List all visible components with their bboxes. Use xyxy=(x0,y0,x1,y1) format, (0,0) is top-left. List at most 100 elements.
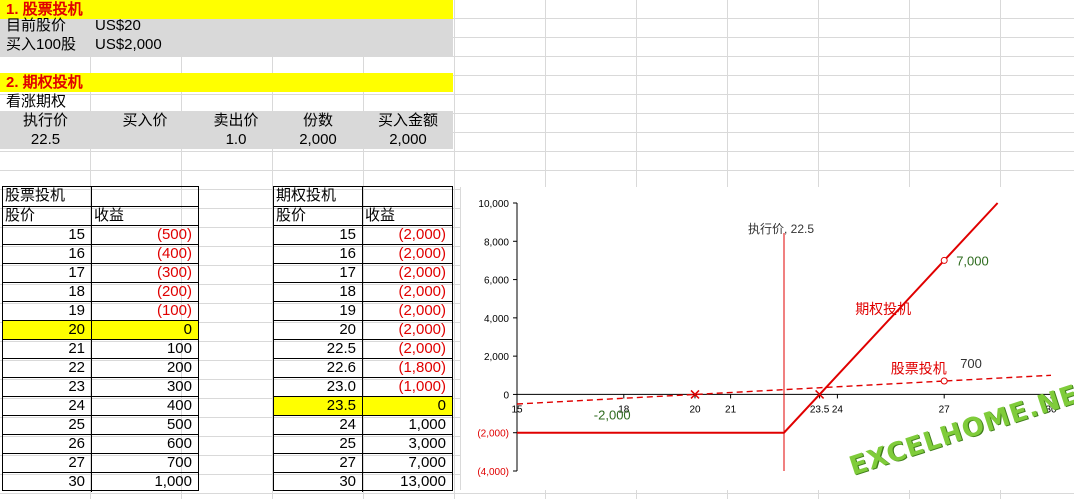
option-profit-cell: 13,000 xyxy=(400,473,446,490)
stock-profit-cell: 700 xyxy=(166,454,192,471)
table-row: 27 700 xyxy=(3,453,198,473)
option-price-cell: 20 xyxy=(274,321,363,340)
current-price-value: US$20 xyxy=(95,17,141,34)
table-row: 20 (2,000) xyxy=(274,320,452,340)
table-row: 17 (300) xyxy=(3,263,198,283)
stock-price-cell: 26 xyxy=(3,435,92,454)
data-point-marker xyxy=(940,377,948,385)
series-label-stock: 股票投机 xyxy=(891,360,947,376)
table-row: 25 500 xyxy=(3,415,198,435)
strike-price-header: 执行价 xyxy=(22,112,68,129)
stock-price-cell: 16 xyxy=(3,245,92,264)
stock-price-cell: 25 xyxy=(3,416,92,435)
data-label: -2,000 xyxy=(594,407,631,422)
option-col-price-header: 股价 xyxy=(276,207,363,226)
y-tick-label: 8,000 xyxy=(484,237,509,248)
table-row: 23.0 (1,000) xyxy=(274,377,452,397)
data-label: 7,000 xyxy=(956,253,989,268)
option-speculation-table: 期权投机 股价 收益 15 (2,000) 16 (2,000) 17 (2,000) 18 (2,… xyxy=(273,186,453,492)
shares-value: 2,000 xyxy=(299,131,337,148)
buy-shares-value: US$2,000 xyxy=(95,36,162,53)
sell-price-value: 1.0 xyxy=(225,131,247,148)
option-profit-cell: (2,000) xyxy=(398,283,446,300)
option-profit-cell: 0 xyxy=(363,397,452,416)
stock-profit-cell: 600 xyxy=(166,435,192,452)
table-row: 24 1,000 xyxy=(274,415,452,435)
x-tick-label: 24 xyxy=(832,404,844,415)
option-profit-cell: 3,000 xyxy=(408,435,446,452)
option-profit-cell: (1,800) xyxy=(398,359,446,376)
table-row: 16 (400) xyxy=(3,244,198,264)
option-table-header-row: 股价 收益 xyxy=(274,206,452,226)
table-row: 15 (2,000) xyxy=(274,225,452,245)
option-profit-cell: 7,000 xyxy=(408,454,446,471)
sell-price-header: 卖出价 xyxy=(213,112,259,129)
x-tick-label: 20 xyxy=(689,404,701,415)
table-row: 18 (200) xyxy=(3,282,198,302)
buy-shares-label: 买入100股 xyxy=(6,36,77,53)
stock-profit-cell: 100 xyxy=(166,340,192,357)
table-row: 23 300 xyxy=(3,377,198,397)
strike-price-value: 22.5 xyxy=(30,131,61,148)
current-price-label: 目前股价 xyxy=(6,17,67,34)
stock-profit-cell: 1,000 xyxy=(154,473,192,490)
option-price-cell: 19 xyxy=(274,302,363,321)
option-price-cell: 15 xyxy=(274,226,363,245)
table-row: 19 (100) xyxy=(3,301,198,321)
shares-header: 份数 xyxy=(302,112,333,129)
table-row: 22 200 xyxy=(3,358,198,378)
profit-chart: 10,000 8,000 6,000 4,000 2,000 0 (2,000) (4,000… xyxy=(460,187,1074,490)
y-tick-label: 6,000 xyxy=(484,276,509,287)
stock-profit-cell: (100) xyxy=(156,302,192,319)
table-row: 22.6 (1,800) xyxy=(274,358,452,378)
stock-speculation-table: 股票投机 股价 收益 15 (500) 16 (400) 17 (300) 18 (200) 19 (1… xyxy=(2,186,199,492)
y-tick-label: (4,000) xyxy=(477,467,509,478)
stock-price-cell: 30 xyxy=(3,473,92,492)
option-table-title: 期权投机 xyxy=(276,187,363,206)
stock-profit-cell: 400 xyxy=(166,397,192,414)
table-row: 23.5 0 xyxy=(274,396,452,416)
option-profit-cell: 1,000 xyxy=(408,416,446,433)
table-row: 17 (2,000) xyxy=(274,263,452,283)
x-tick-label: 15 xyxy=(511,404,523,415)
option-price-cell: 22.5 xyxy=(274,340,363,359)
option-profit-cell: (1,000) xyxy=(398,378,446,395)
table-row: 20 0 xyxy=(3,320,198,340)
stock-profit-cell: 200 xyxy=(166,359,192,376)
stock-col-profit-header: 收益 xyxy=(94,207,125,224)
option-price-cell: 17 xyxy=(274,264,363,283)
table-row: 25 3,000 xyxy=(274,434,452,454)
buy-amount-header: 买入金额 xyxy=(377,112,438,129)
option-price-cell: 23.0 xyxy=(274,378,363,397)
stock-table-header-row: 股价 收益 xyxy=(3,206,198,226)
stock-price-cell: 17 xyxy=(3,264,92,283)
option-profit-cell: (2,000) xyxy=(398,245,446,262)
table-row: 30 1,000 xyxy=(3,472,198,492)
data-label: 700 xyxy=(960,356,982,371)
stock-price-cell: 21 xyxy=(3,340,92,359)
option-price-cell: 30 xyxy=(274,473,363,492)
y-tick-label: 10,000 xyxy=(478,199,509,210)
table-row: 16 (2,000) xyxy=(274,244,452,264)
table-row: 18 (2,000) xyxy=(274,282,452,302)
option-price-cell: 24 xyxy=(274,416,363,435)
option-price-cell: 25 xyxy=(274,435,363,454)
stock-col-price-header: 股价 xyxy=(5,207,92,226)
option-profit-cell: (2,000) xyxy=(398,226,446,243)
y-tick-label: 2,000 xyxy=(484,352,509,363)
option-col-profit-header: 收益 xyxy=(365,207,396,224)
stock-profit-cell: (400) xyxy=(156,245,192,262)
option-price-cell: 16 xyxy=(274,245,363,264)
table-row: 27 7,000 xyxy=(274,453,452,473)
option-price-cell: 27 xyxy=(274,454,363,473)
stock-price-cell: 27 xyxy=(3,454,92,473)
table-row: 22.5 (2,000) xyxy=(274,339,452,359)
option-price-cell: 22.6 xyxy=(274,359,363,378)
option-profit-cell: (2,000) xyxy=(398,302,446,319)
option-price-cell: 18 xyxy=(274,283,363,302)
stock-price-cell: 22 xyxy=(3,359,92,378)
table-row: 15 (500) xyxy=(3,225,198,245)
stock-profit-cell: 0 xyxy=(92,321,198,340)
buy-price-header: 买入价 xyxy=(122,112,168,129)
stock-price-cell: 18 xyxy=(3,283,92,302)
